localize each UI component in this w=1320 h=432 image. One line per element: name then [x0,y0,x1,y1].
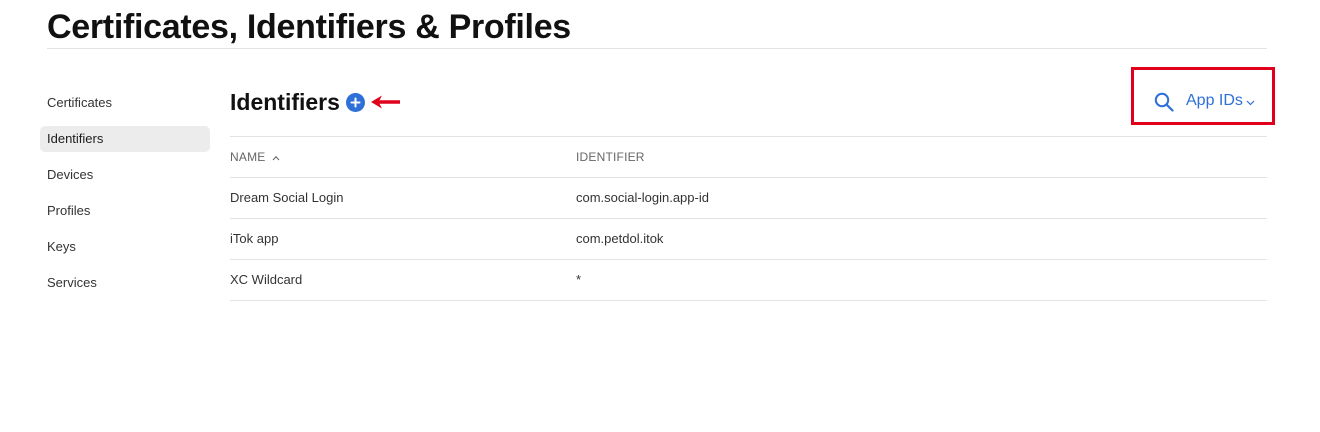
red-arrow-left-icon [369,93,403,111]
row-name: iTok app [230,231,279,246]
sidebar-item-profiles[interactable]: Profiles [40,198,210,224]
sort-ascending-caret-icon [272,155,280,161]
sidebar-nav: Certificates Identifiers Devices Profile… [40,90,210,306]
page-title: Certificates, Identifiers & Profiles [47,8,571,46]
chevron-down-icon [1246,100,1255,105]
table-row[interactable]: Dream Social Login com.social-login.app-… [230,177,1267,218]
section-header: Identifiers [230,86,403,118]
identifiers-table: NAME IDENTIFIER Dream Social Login com.s… [230,136,1267,301]
identifier-type-label: App IDs [1186,92,1243,109]
row-name: Dream Social Login [230,190,344,205]
sidebar-item-devices[interactable]: Devices [40,162,210,188]
row-identifier: com.petdol.itok [576,231,664,246]
table-row[interactable]: iTok app com.petdol.itok [230,218,1267,259]
title-divider [47,48,1267,49]
row-identifier: * [576,272,582,287]
sidebar-item-services[interactable]: Services [40,270,210,296]
column-header-identifier[interactable]: IDENTIFIER [576,137,645,177]
table-header-row: NAME IDENTIFIER [230,136,1267,177]
sidebar-item-keys[interactable]: Keys [40,234,210,260]
column-header-name-label: NAME [230,150,266,164]
column-header-name[interactable]: NAME [230,137,280,177]
table-row[interactable]: XC Wildcard * [230,259,1267,301]
section-title: Identifiers [230,88,340,115]
row-identifier: com.social-login.app-id [576,190,709,205]
plus-circle-icon [350,97,361,107]
identifier-type-dropdown[interactable]: App IDs [1186,92,1255,110]
sidebar-item-identifiers[interactable]: Identifiers [40,126,210,152]
add-identifier-button[interactable] [345,92,365,112]
sidebar-item-certificates[interactable]: Certificates [40,90,210,116]
row-name: XC Wildcard [230,272,303,287]
search-icon[interactable] [1154,92,1174,112]
